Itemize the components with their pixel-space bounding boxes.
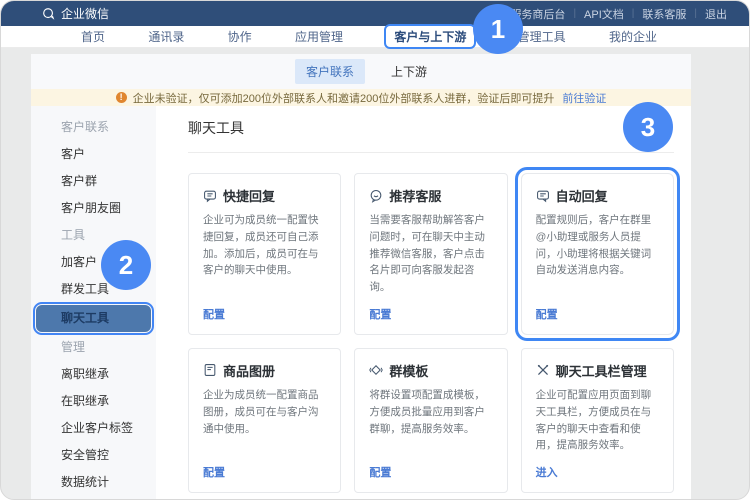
sidebar: 客户联系 客户 客户群 客户朋友圈 工具 加客户 群发工具 聊天工具 管理 离职… <box>31 106 156 500</box>
tab-customer-contact[interactable]: 客户联系 <box>295 59 365 84</box>
annotation-badge-2: 2 <box>101 240 151 290</box>
top-link-contact-support[interactable]: 联系客服 <box>634 6 694 22</box>
card-title: 自动回复 <box>556 186 608 205</box>
app-title: 企业微信 <box>61 5 109 22</box>
tool-card-chat-toolbar-management[interactable]: 聊天工具栏管理 企业可配置应用页面到聊天工具栏，方便成员在与客户的聊天中查看和使… <box>521 348 674 493</box>
recommend-service-icon <box>369 189 383 203</box>
warning-icon: ! <box>116 92 127 103</box>
nav-item-home[interactable]: 首页 <box>81 28 105 45</box>
card-title: 群模板 <box>389 361 428 380</box>
card-description: 当需要客服帮助解答客户问题时，可在聊天中主动推荐微信客服，客户点击名片即可向客服… <box>369 212 492 296</box>
sidebar-item-resigned-inheritance[interactable]: 离职继承 <box>31 361 156 388</box>
warning-text: 企业未验证，仅可添加200位外部联系人和邀请200位外部联系人进群，验证后即可提… <box>133 90 555 106</box>
product-album-icon <box>203 363 217 377</box>
card-title: 推荐客服 <box>389 186 441 205</box>
nav-item-my-enterprise[interactable]: 我的企业 <box>609 28 657 45</box>
sidebar-item-customer-groups[interactable]: 客户群 <box>31 168 156 195</box>
chat-bubble-logo-icon <box>41 7 56 21</box>
card-title: 快捷回复 <box>223 186 275 205</box>
tool-card-group-template[interactable]: 群模板 将群设置项配置成模板，方便成员批量应用到客户群聊，提高服务效率。 配置 <box>354 348 507 493</box>
content-area: 客户联系 客户 客户群 客户朋友圈 工具 加客户 群发工具 聊天工具 管理 离职… <box>31 106 691 500</box>
page-title: 聊天工具 <box>188 118 674 153</box>
chat-toolbar-icon <box>536 363 550 377</box>
quick-reply-icon <box>203 189 217 203</box>
main-panel: 聊天工具 快捷回复 企业可为成员统一配置快捷回复，成员还可自己 <box>156 106 691 500</box>
nav-item-admin-tools[interactable]: 管理工具 <box>518 28 566 45</box>
sidebar-item-customer-moments[interactable]: 客户朋友圈 <box>31 195 156 222</box>
sub-tabs: 客户联系 上下游 <box>31 54 691 89</box>
configure-link[interactable]: 配置 <box>536 296 659 322</box>
card-description: 配置规则后，客户在群里@小助理或服务人员提问，小助理将根据关键词自动发送消息内容… <box>536 212 659 279</box>
enter-link[interactable]: 进入 <box>536 454 659 480</box>
tool-card-auto-reply[interactable]: 自动回复 配置规则后，客户在群里@小助理或服务人员提问，小助理将根据关键词自动发… <box>521 173 674 335</box>
tab-upstream-downstream[interactable]: 上下游 <box>391 63 427 80</box>
top-bar: 企业微信 服务商后台 | API文档 | 联系客服 | 退出 <box>1 1 749 26</box>
card-title: 聊天工具栏管理 <box>556 361 647 380</box>
tool-card-quick-reply[interactable]: 快捷回复 企业可为成员统一配置快捷回复，成员还可自己添加。添加后，成员可在与客户… <box>188 173 341 335</box>
sidebar-item-data-statistics[interactable]: 数据统计 <box>31 469 156 496</box>
top-links: 服务商后台 | API文档 | 联系客服 | 退出 <box>502 6 735 22</box>
nav-item-app-management[interactable]: 应用管理 <box>295 28 343 45</box>
nav-item-collaboration[interactable]: 协作 <box>228 28 252 45</box>
configure-link[interactable]: 配置 <box>203 454 326 480</box>
sidebar-item-security-control[interactable]: 安全管控 <box>31 442 156 469</box>
sidebar-item-customers[interactable]: 客户 <box>31 141 156 168</box>
go-verify-link[interactable]: 前往验证 <box>562 90 606 106</box>
tool-card-product-album[interactable]: 商品图册 企业为成员统一配置商品图册，成员可在与客户沟通中使用。 配置 <box>188 348 341 493</box>
sidebar-section-management: 管理 <box>31 334 156 361</box>
top-link-logout[interactable]: 退出 <box>697 6 735 22</box>
configure-link[interactable]: 配置 <box>203 296 326 322</box>
top-link-api-docs[interactable]: API文档 <box>576 6 632 22</box>
card-description: 企业可为成员统一配置快捷回复，成员还可自己添加。添加后，成员可在与客户的聊天中使… <box>203 212 326 279</box>
app-window: 企业微信 服务商后台 | API文档 | 联系客服 | 退出 首页 通讯录 协作… <box>0 0 750 500</box>
card-description: 将群设置项配置成模板，方便成员批量应用到客户群聊，提高服务效率。 <box>369 387 492 437</box>
group-template-icon <box>369 363 383 377</box>
auto-reply-icon <box>536 189 550 203</box>
verification-warning-bar: ! 企业未验证，仅可添加200位外部联系人和邀请200位外部联系人进群，验证后即… <box>31 89 691 106</box>
app-logo[interactable]: 企业微信 <box>41 5 109 22</box>
annotation-badge-1: 1 <box>473 4 523 54</box>
card-title: 商品图册 <box>223 361 275 380</box>
card-description: 企业为成员统一配置商品图册，成员可在与客户沟通中使用。 <box>203 387 326 437</box>
sidebar-item-chat-tools[interactable]: 聊天工具 <box>36 305 151 332</box>
annotation-badge-3: 3 <box>623 102 673 152</box>
nav-item-customers-upstream-downstream[interactable]: 客户与上下游 <box>386 26 474 47</box>
sidebar-item-enterprise-customer-tags[interactable]: 企业客户标签 <box>31 415 156 442</box>
card-description: 企业可配置应用页面到聊天工具栏，方便成员在与客户的聊天中查看和使用，提高服务效率… <box>536 387 659 454</box>
nav-item-contacts[interactable]: 通讯录 <box>148 28 184 45</box>
tool-cards-grid: 快捷回复 企业可为成员统一配置快捷回复，成员还可自己添加。添加后，成员可在与客户… <box>188 173 674 493</box>
configure-link[interactable]: 配置 <box>369 296 492 322</box>
tool-card-recommend-service[interactable]: 推荐客服 当需要客服帮助解答客户问题时，可在聊天中主动推荐微信客服，客户点击名片… <box>354 173 507 335</box>
sidebar-item-onjob-inheritance[interactable]: 在职继承 <box>31 388 156 415</box>
sidebar-section-customer-contact: 客户联系 <box>31 114 156 141</box>
configure-link[interactable]: 配置 <box>369 454 492 480</box>
main-nav: 首页 通讯录 协作 应用管理 客户与上下游 管理工具 我的企业 <box>1 26 749 48</box>
